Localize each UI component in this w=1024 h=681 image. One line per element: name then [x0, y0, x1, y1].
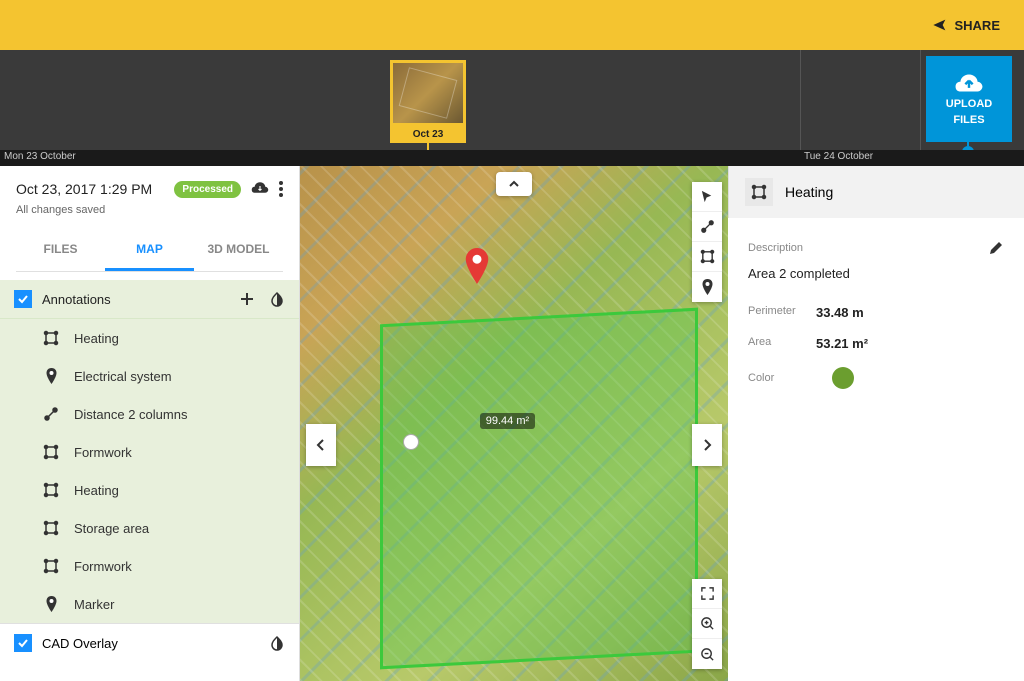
color-swatch[interactable] [832, 367, 854, 389]
nav-prev-button[interactable] [306, 424, 336, 466]
tab-map[interactable]: MAP [105, 230, 194, 271]
area-value: 53.21 m² [816, 336, 868, 351]
zoom-out-icon [700, 647, 715, 662]
cloud-download-icon[interactable] [251, 180, 269, 198]
area-polygon[interactable] [380, 308, 698, 670]
upload-label-1: UPLOAD [946, 98, 992, 110]
area-label: Area [748, 336, 816, 351]
tool-line[interactable] [692, 212, 722, 242]
polygon-icon [42, 558, 60, 574]
polygon-icon [42, 520, 60, 536]
chevron-left-icon [315, 437, 327, 453]
annotation-label: Electrical system [74, 369, 172, 384]
annotation-label: Formwork [74, 445, 132, 460]
cad-checkbox[interactable] [14, 634, 32, 652]
annotation-label: Distance 2 columns [74, 407, 187, 422]
annotation-label: Storage area [74, 521, 149, 536]
timeline-separator [800, 50, 801, 150]
zoom-controls [692, 579, 722, 669]
cursor-icon [700, 189, 715, 204]
color-label: Color [748, 372, 816, 384]
polygon-icon [700, 249, 715, 264]
zoom-fit-button[interactable] [692, 579, 722, 609]
annotation-item[interactable]: Distance 2 columns [0, 395, 299, 433]
date-bar: Mon 23 October Tue 24 October [0, 150, 1024, 166]
date-left: Mon 23 October [4, 151, 76, 162]
add-icon[interactable] [239, 291, 255, 307]
tool-select[interactable] [692, 182, 722, 212]
thumbnail-image [390, 60, 466, 126]
annotation-item[interactable]: Formwork [0, 547, 299, 585]
annotations-header[interactable]: Annotations [0, 280, 299, 319]
annotation-label: Formwork [74, 559, 132, 574]
pin-icon [42, 596, 60, 612]
zoom-out-button[interactable] [692, 639, 722, 669]
pin-icon [701, 279, 714, 295]
detail-type-icon-box [745, 178, 773, 206]
annotation-item[interactable]: Electrical system [0, 357, 299, 395]
annotation-label: Heating [74, 483, 119, 498]
sidebar: Oct 23, 2017 1:29 PM Processed All chang… [0, 166, 300, 681]
pin-icon [463, 248, 491, 284]
annotation-item[interactable]: Storage area [0, 509, 299, 547]
map-tools [692, 182, 722, 302]
polygon-icon [42, 482, 60, 498]
tab-3dmodel[interactable]: 3D MODEL [194, 230, 283, 271]
timeline-thumbnail[interactable]: Oct 23 [390, 60, 466, 161]
polygon-icon [751, 184, 767, 200]
date-right: Tue 24 October [804, 151, 873, 162]
opacity-icon[interactable] [269, 291, 285, 307]
chevron-right-icon [701, 437, 713, 453]
upload-files-button[interactable]: UPLOAD FILES [926, 56, 1012, 142]
tool-polygon[interactable] [692, 242, 722, 272]
pin-icon [42, 368, 60, 384]
annotation-item[interactable]: Heating [0, 319, 299, 357]
nav-next-button[interactable] [692, 424, 722, 466]
area-measurement-label: 99.44 m² [480, 413, 535, 429]
annotation-label: Heating [74, 331, 119, 346]
polygon-vertex-handle[interactable] [403, 434, 419, 450]
annotation-label: Marker [74, 597, 114, 612]
map-view[interactable]: 99.44 m² [300, 166, 728, 681]
cloud-upload-icon [954, 72, 984, 94]
description-value: Area 2 completed [748, 266, 1004, 281]
description-label: Description [748, 242, 803, 254]
map-marker[interactable] [463, 248, 491, 284]
detail-panel: Heating Description Area 2 completed Per… [728, 166, 1024, 681]
status-badge: Processed [174, 181, 241, 198]
opacity-icon[interactable] [269, 635, 285, 651]
upload-label-2: FILES [953, 114, 984, 126]
share-icon [932, 17, 948, 33]
cad-title: CAD Overlay [42, 636, 269, 651]
zoom-in-button[interactable] [692, 609, 722, 639]
detail-title: Heating [785, 184, 1008, 200]
polygon-icon [42, 444, 60, 460]
cad-overlay-header[interactable]: CAD Overlay [0, 623, 299, 662]
line-icon [42, 406, 60, 422]
annotations-checkbox[interactable] [14, 290, 32, 308]
perimeter-label: Perimeter [748, 305, 816, 320]
edit-icon[interactable] [988, 240, 1004, 256]
line-icon [700, 219, 715, 234]
tool-marker[interactable] [692, 272, 722, 302]
thumbnail-caption: Oct 23 [390, 126, 466, 143]
capture-datetime: Oct 23, 2017 1:29 PM [16, 181, 164, 197]
share-button[interactable]: SHARE [932, 17, 1000, 33]
annotation-item[interactable]: Heating [0, 471, 299, 509]
fullscreen-icon [700, 586, 715, 601]
perimeter-value: 33.48 m [816, 305, 864, 320]
chevron-up-icon [507, 177, 521, 191]
timeline-separator [920, 50, 921, 150]
collapse-up-button[interactable] [496, 172, 532, 196]
tab-files[interactable]: FILES [16, 230, 105, 271]
share-label: SHARE [954, 18, 1000, 33]
save-status: All changes saved [16, 204, 283, 216]
more-icon[interactable] [279, 181, 283, 197]
annotation-item[interactable]: Marker [0, 585, 299, 623]
zoom-in-icon [700, 616, 715, 631]
timeline: Oct 23 UPLOAD FILES [0, 50, 1024, 150]
polygon-icon [42, 330, 60, 346]
annotation-item[interactable]: Formwork [0, 433, 299, 471]
annotations-title: Annotations [42, 292, 239, 307]
